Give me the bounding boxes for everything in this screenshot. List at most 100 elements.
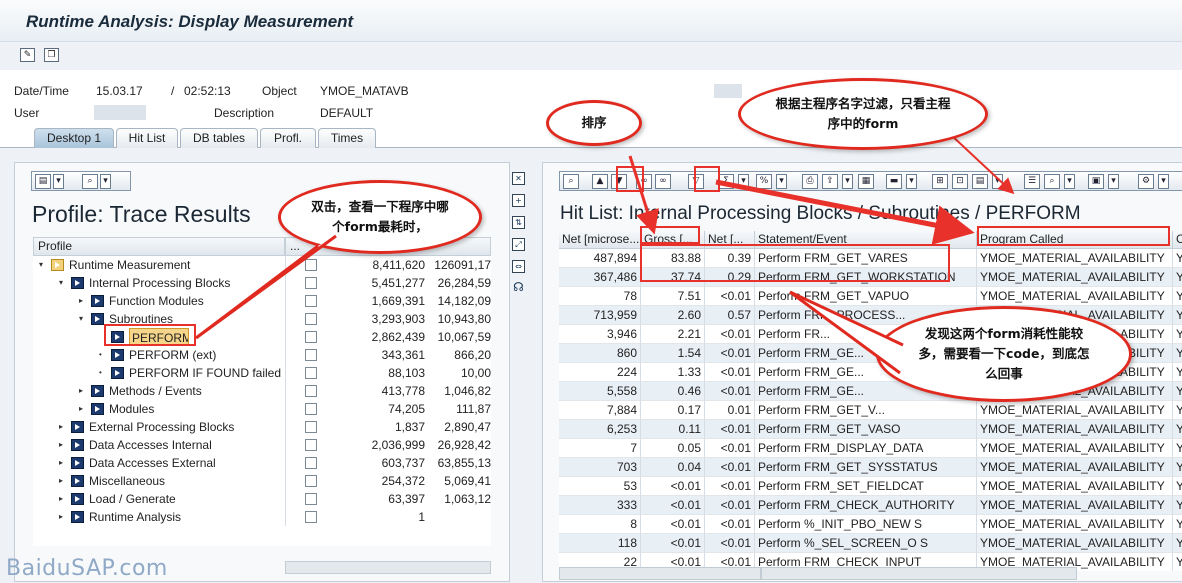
row-checkbox[interactable] [305,313,317,325]
graph-icon[interactable]: ⊡ [952,174,968,189]
expand-icon[interactable]: ▸ [59,472,63,490]
tree-row[interactable]: ▸ Data Accesses External 603,737 63,855,13 [33,454,491,472]
tree-row[interactable]: ▸ External Processing Blocks 1,837 2,890,47 [33,418,491,436]
copy-icon[interactable]: ❐ [44,48,59,62]
row-checkbox[interactable] [305,259,317,271]
print-icon[interactable]: ⎙ [802,174,818,189]
tab-times[interactable]: Times [318,128,376,148]
export-icon[interactable]: ⇪ [822,174,838,189]
tree-label[interactable]: Runtime Analysis [89,508,283,526]
tree-row[interactable]: ▾ Subroutines 3,293,903 10,943,80 [33,310,491,328]
chevron-down-icon[interactable]: ▾ [842,174,853,189]
horizontal-scrollbar[interactable] [285,561,491,574]
tab-db-tables[interactable]: DB tables [180,128,258,148]
table-row[interactable]: 78 7.51 <0.01 Perform FRM_GET_VAPUO YMOE_MAT… [559,287,1182,306]
row-checkbox[interactable] [305,403,317,415]
new-icon[interactable]: + [512,194,525,207]
row-checkbox[interactable] [305,457,317,469]
hierarchy-icon[interactable]: ⊞ [932,174,948,189]
tree-label[interactable]: PERFORM IF FOUND failed [129,364,283,382]
tree-label[interactable]: Runtime Measurement [69,256,283,274]
table-row[interactable]: 703 0.04 <0.01 Perform FRM_GET_SYSSTATUS YMO… [559,458,1182,477]
row-checkbox[interactable] [305,475,317,487]
row-checkbox[interactable] [305,511,317,523]
horizontal-scrollbar-left[interactable] [559,567,761,580]
row-checkbox[interactable] [305,385,317,397]
expand-icon[interactable]: ▸ [59,436,63,454]
net-microsec-header[interactable]: Net [microse... [559,231,641,249]
maximize-icon[interactable]: ⤢ [512,238,525,251]
layout-icon[interactable]: ▬ [886,174,902,189]
c-header[interactable]: C [1173,231,1182,249]
expand-icon[interactable]: ▸ [59,454,63,472]
table-row[interactable]: 7 0.05 <0.01 Perform FRM_DISPLAY_DATA YMOE_M… [559,439,1182,458]
tree-row[interactable]: ▸ Miscellaneous 254,372 5,069,41 [33,472,491,490]
chevron-down-icon[interactable]: ▾ [776,174,787,189]
table-row[interactable]: 7,884 0.17 0.01 Perform FRM_GET_V... YMOE_MA… [559,401,1182,420]
chevron-down-icon[interactable]: ▾ [906,174,917,189]
bullet-icon[interactable]: • [99,364,102,382]
layout-icon[interactable]: ▤ [35,174,51,189]
row-checkbox[interactable] [305,349,317,361]
tree-row[interactable]: ▸ Modules 74,205 111,87 [33,400,491,418]
collapse-icon[interactable]: ▾ [59,274,63,292]
tree-row[interactable]: ▸ Methods / Events 413,778 1,046,82 [33,382,491,400]
row-checkbox[interactable] [305,439,317,451]
chevron-down-icon[interactable]: ▾ [1158,174,1169,189]
tree-label[interactable]: External Processing Blocks [89,418,283,436]
tab-desktop-1[interactable]: Desktop 1 [34,128,114,148]
view-icon[interactable]: ▣ [1088,174,1104,189]
expand-icon[interactable]: ▸ [79,292,83,310]
tree-row[interactable]: ▾ Internal Processing Blocks 5,451,277 26,2… [33,274,491,292]
tree-label[interactable]: Modules [109,400,283,418]
table-row[interactable]: 6,253 0.11 <0.01 Perform FRM_GET_VASO YMOE_M… [559,420,1182,439]
grid-icon[interactable]: ▦ [858,174,874,189]
table-row[interactable]: 118 <0.01 <0.01 Perform %_SEL_SCREEN_O S YMO… [559,534,1182,553]
tree-label[interactable]: Data Accesses Internal [89,436,283,454]
tree-row[interactable]: ▸ Load / Generate 63,397 1,063,12 [33,490,491,508]
table-row[interactable]: 53 <0.01 <0.01 Perform FRM_SET_FIELDCAT YMOE… [559,477,1182,496]
expand-icon[interactable]: ▸ [79,400,83,418]
tab-hit-list[interactable]: Hit List [116,128,178,148]
bullet-icon[interactable]: • [99,346,102,364]
tree-label[interactable]: Miscellaneous [89,472,283,490]
chevron-down-icon[interactable]: ▾ [738,174,749,189]
table-icon[interactable]: ▤ [972,174,988,189]
tree-label[interactable]: PERFORM (ext) [129,346,283,364]
expand-icon[interactable]: ▸ [59,508,63,526]
search-icon[interactable]: ⌕ [1044,174,1060,189]
expand-icon[interactable]: ▸ [79,382,83,400]
tree-row[interactable]: ▸ Data Accesses Internal 2,036,999 26,928,4… [33,436,491,454]
close-icon[interactable]: ✕ [512,172,525,185]
chevron-down-icon[interactable]: ▾ [1064,174,1075,189]
chevron-down-icon[interactable]: ▾ [100,174,111,189]
tree-label[interactable]: Methods / Events [109,382,283,400]
chevron-down-icon[interactable]: ▾ [53,174,64,189]
split-icon[interactable]: ⇔ [512,260,525,273]
collapse-icon[interactable]: ▾ [79,310,83,328]
headset-icon[interactable]: ☊ [512,281,525,295]
sort-ascending-icon[interactable]: ▲ [592,174,608,189]
tree-row[interactable]: ▸ Runtime Analysis 1 [33,508,491,526]
expand-icon[interactable]: ▸ [59,418,63,436]
collapse-icon[interactable]: ▾ [39,256,43,274]
row-checkbox[interactable] [305,277,317,289]
horizontal-scrollbar[interactable] [761,567,1077,580]
tree-row[interactable]: PERFORM 2,862,439 10,067,59 [33,328,491,346]
settings-icon[interactable]: ⚙ [1138,174,1154,189]
tab-profl[interactable]: Profl. [260,128,316,148]
row-checkbox[interactable] [305,367,317,379]
find-next-icon[interactable]: ∞ [655,174,671,189]
swap-icon[interactable]: ⇅ [512,216,525,229]
row-checkbox[interactable] [305,421,317,433]
total-icon[interactable]: Σ [718,174,734,189]
chevron-down-icon[interactable]: ▾ [1108,174,1119,189]
list-icon[interactable]: ☰ [1024,174,1040,189]
tree-row[interactable]: ▸ Function Modules 1,669,391 14,182,09 [33,292,491,310]
display-change-icon[interactable]: ✎ [20,48,35,62]
tree-row[interactable]: • PERFORM (ext) 343,361 866,20 [33,346,491,364]
expand-icon[interactable]: ▸ [59,490,63,508]
row-checkbox[interactable] [305,295,317,307]
tree-label[interactable]: Load / Generate [89,490,283,508]
tree-label[interactable]: Function Modules [109,292,283,310]
